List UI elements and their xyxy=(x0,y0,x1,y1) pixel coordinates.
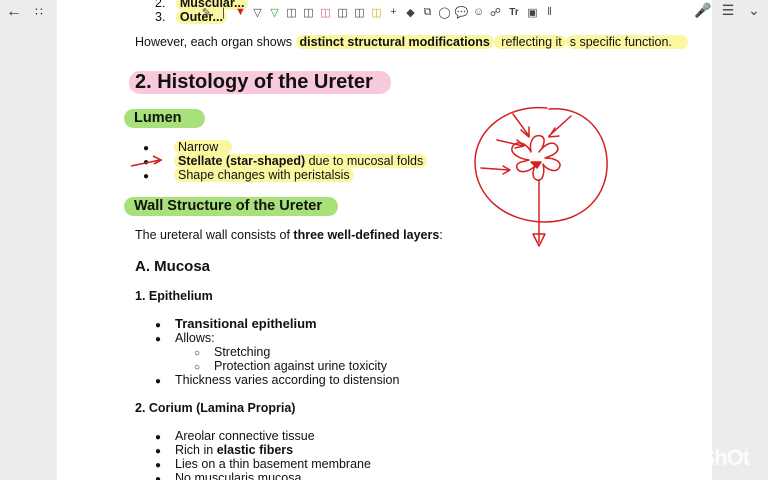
eraser-icon[interactable]: ◆ xyxy=(404,3,417,21)
handwritten-arrow xyxy=(130,155,163,167)
mucosa-heading: A. Mucosa xyxy=(135,258,211,275)
grid-icon: ∷ xyxy=(35,5,43,19)
highlighter-pink-icon[interactable]: ◫ xyxy=(319,3,332,21)
wall-heading: Wall Structure of the Ureter xyxy=(124,197,338,216)
lumen-heading: Lumen xyxy=(124,109,205,128)
watermark-logo: InShOt xyxy=(683,445,750,470)
list-number: 3. xyxy=(155,10,166,24)
right-tools: 🎤 ☰ ⌄ xyxy=(694,2,762,19)
microphone-icon[interactable]: 🎤 xyxy=(694,2,711,19)
highlighter-icon[interactable]: ◫ xyxy=(336,3,349,21)
image-icon[interactable]: ▣ xyxy=(526,3,539,21)
pen-icon[interactable]: ✎ xyxy=(200,3,213,21)
chevron-down-icon[interactable]: ⌄ xyxy=(746,2,762,19)
epithelium-heading: 1. Epithelium xyxy=(135,289,213,303)
note-page[interactable]: 2. Muscular... 3. Outer... However, each… xyxy=(57,0,712,480)
ureter-sketch xyxy=(474,106,608,247)
arrow-left-icon: ← xyxy=(6,3,22,20)
more-icon[interactable]: ‖ xyxy=(543,3,556,21)
text-icon[interactable]: Tr xyxy=(506,3,522,21)
highlighter-icon[interactable]: ◫ xyxy=(302,3,315,21)
highlighter-green-icon[interactable]: ▽ xyxy=(268,3,281,21)
sticker-icon[interactable]: ☺ xyxy=(472,3,485,21)
plus-icon[interactable]: + xyxy=(387,3,400,21)
section-title: 2. Histology of the Ureter xyxy=(129,71,391,94)
wall-description: The ureteral wall consists of three well… xyxy=(135,228,443,242)
sidebar-menu-icon[interactable]: ☰ xyxy=(720,2,736,19)
pen-icon[interactable]: ▽ xyxy=(251,3,264,21)
back-button[interactable]: ← xyxy=(2,0,26,24)
grid-menu-button[interactable]: ∷ xyxy=(27,0,51,24)
shapes-icon[interactable]: ⧉ xyxy=(421,3,434,21)
intro-paragraph: However, each organ shows distinct struc… xyxy=(135,35,688,49)
drawing-toolbar: ✎ ❘ ▼ ▽ ▽ ◫ ◫ ◫ ◫ ◫ ◫ + ◆ ⧉ ◯ 💬 ☺ ☍ Tr ▣… xyxy=(200,2,556,22)
link-icon[interactable]: ☍ xyxy=(489,3,502,21)
list-item: ● Thickness varies according to distensio… xyxy=(155,373,400,387)
lasso-icon[interactable]: ◯ xyxy=(438,3,451,21)
comment-icon[interactable]: 💬 xyxy=(455,3,469,21)
list-number: 2. xyxy=(155,0,166,10)
bullet: ● xyxy=(143,171,150,182)
corium-heading: 2. Corium (Lamina Propria) xyxy=(135,401,296,415)
highlighter-yellow-icon[interactable]: ◫ xyxy=(370,3,383,21)
highlighter-icon[interactable]: ◫ xyxy=(353,3,366,21)
list-item: ● No muscularis mucosa xyxy=(155,471,302,480)
list-item: ● Shape changes with peristalsis xyxy=(143,168,354,184)
highlighter-icon[interactable]: ◫ xyxy=(285,3,298,21)
pen-red-icon[interactable]: ▼ xyxy=(234,3,247,21)
eraser-tip-icon[interactable]: ❘ xyxy=(217,3,230,21)
